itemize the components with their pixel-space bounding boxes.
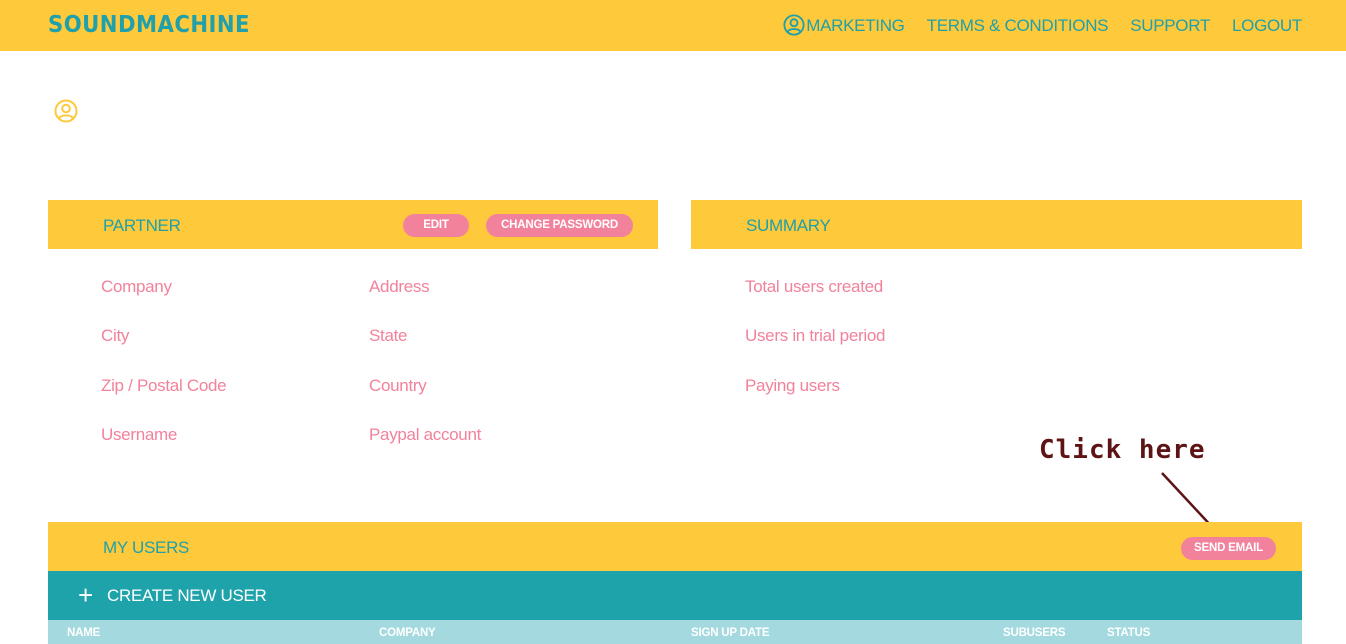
company-label: Company <box>101 277 172 296</box>
my-users-title: MY USERS <box>103 538 190 557</box>
create-new-user-button[interactable]: + CREATE NEW USER <box>48 571 1302 620</box>
user-account-icon[interactable] <box>783 14 805 36</box>
country-label: Country <box>369 376 427 395</box>
create-new-user-label: CREATE NEW USER <box>107 586 267 605</box>
column-signup-date[interactable]: SIGN UP DATE <box>691 627 770 639</box>
column-subusers[interactable]: SUBUSERS <box>1003 627 1066 639</box>
click-here-annotation: Click here <box>1039 435 1206 465</box>
column-name[interactable]: NAME <box>67 627 100 639</box>
brand-logo[interactable]: SOUNDMACHINE <box>48 12 250 38</box>
nav-terms-link[interactable]: TERMS & CONDITIONS <box>927 16 1109 36</box>
total-users-label: Total users created <box>745 277 883 296</box>
nav-support-link[interactable]: SUPPORT <box>1130 16 1210 36</box>
partner-panel-header: PARTNER EDIT CHANGE PASSWORD <box>48 200 658 249</box>
partner-title: PARTNER <box>103 216 181 235</box>
state-label: State <box>369 326 408 345</box>
nav-logout-link[interactable]: LOGOUT <box>1232 16 1302 36</box>
username-label: Username <box>101 425 178 444</box>
summary-title: SUMMARY <box>746 216 831 235</box>
top-bar: SOUNDMACHINE MARKETING TERMS & CONDITION… <box>0 0 1346 51</box>
column-company[interactable]: COMPANY <box>379 627 436 639</box>
profile-avatar-icon <box>54 99 78 123</box>
edit-button[interactable]: EDIT <box>403 214 469 237</box>
paying-users-label: Paying users <box>745 376 840 395</box>
zip-label: Zip / Postal Code <box>101 376 227 395</box>
plus-icon: + <box>78 580 94 610</box>
my-users-header: MY USERS SEND EMAIL <box>48 522 1302 571</box>
summary-panel-header: SUMMARY <box>691 200 1302 249</box>
city-label: City <box>101 326 130 345</box>
nav-marketing-link[interactable]: MARKETING <box>806 16 905 36</box>
column-status[interactable]: STATUS <box>1107 627 1150 639</box>
users-table-header: NAME COMPANY SIGN UP DATE SUBUSERS STATU… <box>48 620 1302 644</box>
paypal-label: Paypal account <box>369 425 482 444</box>
trial-users-label: Users in trial period <box>745 326 886 345</box>
main-nav: MARKETING TERMS & CONDITIONS SUPPORT LOG… <box>806 16 1302 36</box>
address-label: Address <box>369 277 430 296</box>
change-password-button[interactable]: CHANGE PASSWORD <box>486 214 633 237</box>
send-email-button[interactable]: SEND EMAIL <box>1181 537 1276 560</box>
